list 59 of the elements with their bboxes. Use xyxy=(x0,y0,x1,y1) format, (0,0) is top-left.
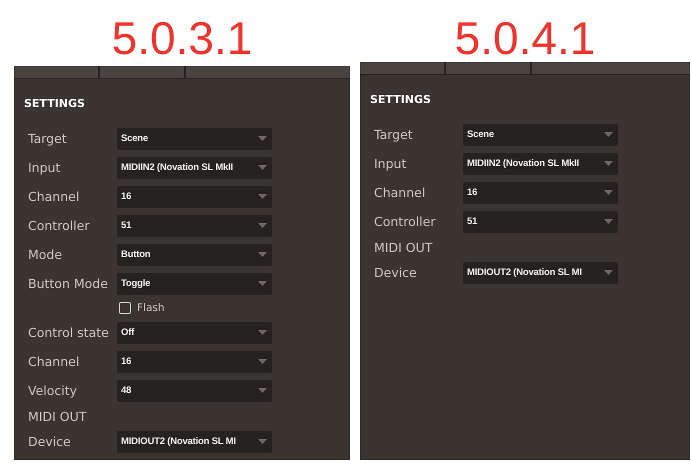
caret-icon xyxy=(258,388,267,393)
dropdown[interactable]: 51 xyxy=(117,214,272,236)
tab[interactable] xyxy=(532,62,690,74)
field-label: Input xyxy=(28,160,62,175)
field-label: Channel xyxy=(28,354,80,369)
group-label: MIDI OUT xyxy=(28,408,88,424)
field-label: Target xyxy=(28,131,68,146)
dropdown[interactable]: Toggle xyxy=(117,272,272,294)
caret-icon xyxy=(258,439,267,444)
dropdown[interactable]: Scene xyxy=(117,128,272,150)
caret-icon xyxy=(258,359,267,364)
checkbox-label: Flash xyxy=(137,302,165,314)
field-label: Controller xyxy=(374,214,436,229)
version-title: 5.0.3.1 xyxy=(112,11,252,66)
field-label: Channel xyxy=(28,189,80,204)
tab[interactable] xyxy=(186,66,350,78)
field-label: Velocity xyxy=(28,383,78,398)
tab[interactable] xyxy=(14,66,100,78)
tab[interactable] xyxy=(446,62,532,74)
checkbox[interactable] xyxy=(119,302,131,314)
caret-icon xyxy=(258,165,267,170)
field-label: Device xyxy=(28,434,72,449)
version-title: 5.0.4.1 xyxy=(454,11,596,66)
field-label: Controller xyxy=(28,218,90,233)
caret-icon xyxy=(258,223,267,228)
field-label: Control state xyxy=(28,325,110,340)
field-label: Device xyxy=(374,265,418,280)
dropdown[interactable]: Button xyxy=(117,244,272,266)
caret-icon xyxy=(604,161,613,166)
caret-icon xyxy=(258,136,267,141)
group-label: MIDI OUT xyxy=(374,240,434,254)
caret-icon xyxy=(258,281,267,286)
field-label: Mode xyxy=(28,247,64,262)
caret-icon xyxy=(604,132,613,137)
tab[interactable] xyxy=(100,66,186,78)
caret-icon xyxy=(604,270,613,275)
dropdown[interactable]: MIDIOUT2 (Novation SL MI xyxy=(117,430,272,452)
field-label: Input xyxy=(374,156,408,171)
caret-icon xyxy=(258,330,267,335)
dropdown[interactable]: MIDIIN2 (Novation SL MkII xyxy=(463,152,618,174)
dropdown[interactable]: 51 xyxy=(463,210,618,232)
dropdown[interactable]: 16 xyxy=(117,350,272,372)
dropdown[interactable]: MIDIOUT2 (Novation SL MI xyxy=(463,262,618,284)
field-label: Button Mode xyxy=(28,276,109,291)
tab[interactable] xyxy=(360,62,446,74)
dropdown[interactable]: Off xyxy=(117,322,272,344)
section-heading: SETTINGS xyxy=(370,93,432,106)
field-label: Channel xyxy=(374,185,426,200)
dropdown[interactable]: Scene xyxy=(463,124,618,146)
caret-icon xyxy=(258,252,267,257)
field-label: Target xyxy=(374,127,414,142)
section-heading: SETTINGS xyxy=(24,97,86,110)
dropdown[interactable]: 16 xyxy=(463,182,618,204)
dropdown[interactable]: MIDIIN2 (Novation SL MkII xyxy=(117,156,272,178)
dropdown[interactable]: 16 xyxy=(117,186,272,208)
caret-icon xyxy=(258,194,267,199)
caret-icon xyxy=(604,219,613,224)
caret-icon xyxy=(604,190,613,195)
dropdown[interactable]: 48 xyxy=(117,380,272,402)
